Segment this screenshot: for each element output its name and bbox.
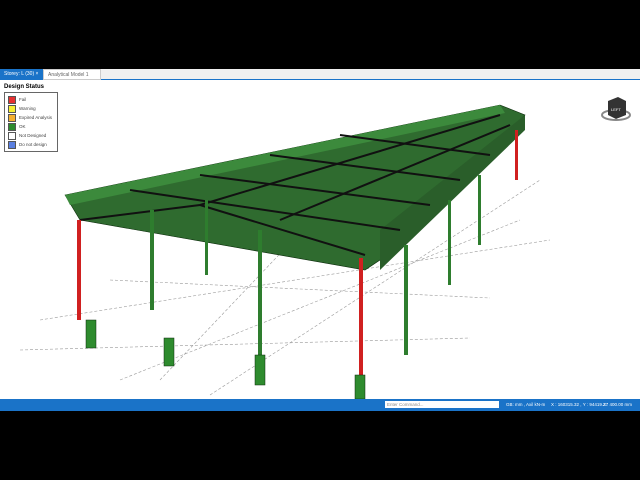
swatch (8, 104, 16, 113)
status-bar: Enter Command... GB: mm , Axil kN-m X : … (0, 399, 640, 411)
close-icon[interactable]: × (36, 71, 39, 77)
swatch (8, 113, 16, 122)
legend-label: Not Designed (19, 133, 47, 138)
tab-label: Storey: L (30) (4, 71, 35, 77)
swatch (8, 95, 16, 104)
swatch (8, 122, 16, 131)
legend-item-warning: Warning (8, 104, 54, 113)
3d-model-viewport[interactable] (0, 80, 640, 399)
command-input[interactable]: Enter Command... (385, 401, 499, 408)
view-cube[interactable]: LEFT (600, 93, 632, 130)
swatch (8, 140, 16, 149)
legend-item-not-designed: Not Designed (8, 131, 54, 140)
swatch (8, 131, 16, 140)
application-window: Storey: L (30) × Analytical Model 1 Desi… (0, 69, 640, 411)
tab-analytical-model[interactable]: Analytical Model 1 (43, 69, 101, 80)
legend-label: Warning (19, 106, 36, 111)
roof-structure (64, 104, 526, 271)
legend-item-fail: Fail (8, 95, 54, 104)
legend-item-expired: Expired Analysis (8, 113, 54, 122)
tab-bar: Storey: L (30) × Analytical Model 1 (0, 69, 640, 80)
design-status-legend: Design Status Fail Warning Expired Analy… (4, 84, 58, 152)
legend-label: Do not design (19, 142, 47, 147)
legend-item-ok: OK (8, 122, 54, 131)
legend-label: Expired Analysis (19, 115, 53, 120)
legend-label: OK (19, 124, 26, 129)
units-readout: GB: mm , Axil kN-m (506, 402, 546, 407)
view-cube-label: LEFT (611, 107, 621, 112)
coordinate-readout: X : 160315.32 , Y : 94419.37 (551, 402, 609, 407)
legend-item-do-not-design: Do not design (8, 140, 54, 149)
tab-storey[interactable]: Storey: L (30) × (0, 69, 45, 79)
legend-title: Design Status (4, 84, 45, 90)
z-readout: Z : 400.00 mm (603, 402, 633, 407)
legend-label: Fail (19, 97, 27, 102)
